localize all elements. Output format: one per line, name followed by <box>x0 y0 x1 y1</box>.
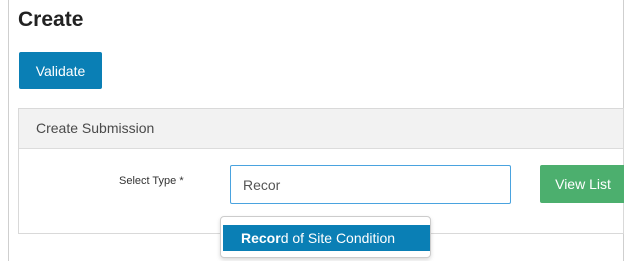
panel-title: Create Submission <box>36 120 155 136</box>
select-type-input[interactable] <box>230 165 511 204</box>
view-list-button[interactable]: View List <box>540 165 624 203</box>
autocomplete-option[interactable]: Record of Site Condition <box>223 225 430 251</box>
panel-header: Create Submission <box>19 109 623 149</box>
validate-button[interactable]: Validate <box>19 52 102 89</box>
autocomplete-option-match: Recor <box>241 230 281 246</box>
select-type-label: Select Type * <box>119 175 184 187</box>
autocomplete-dropdown: Record of Site Condition <box>220 216 431 258</box>
page-title: Create <box>18 8 84 31</box>
autocomplete-option-rest: d of Site Condition <box>280 230 396 246</box>
